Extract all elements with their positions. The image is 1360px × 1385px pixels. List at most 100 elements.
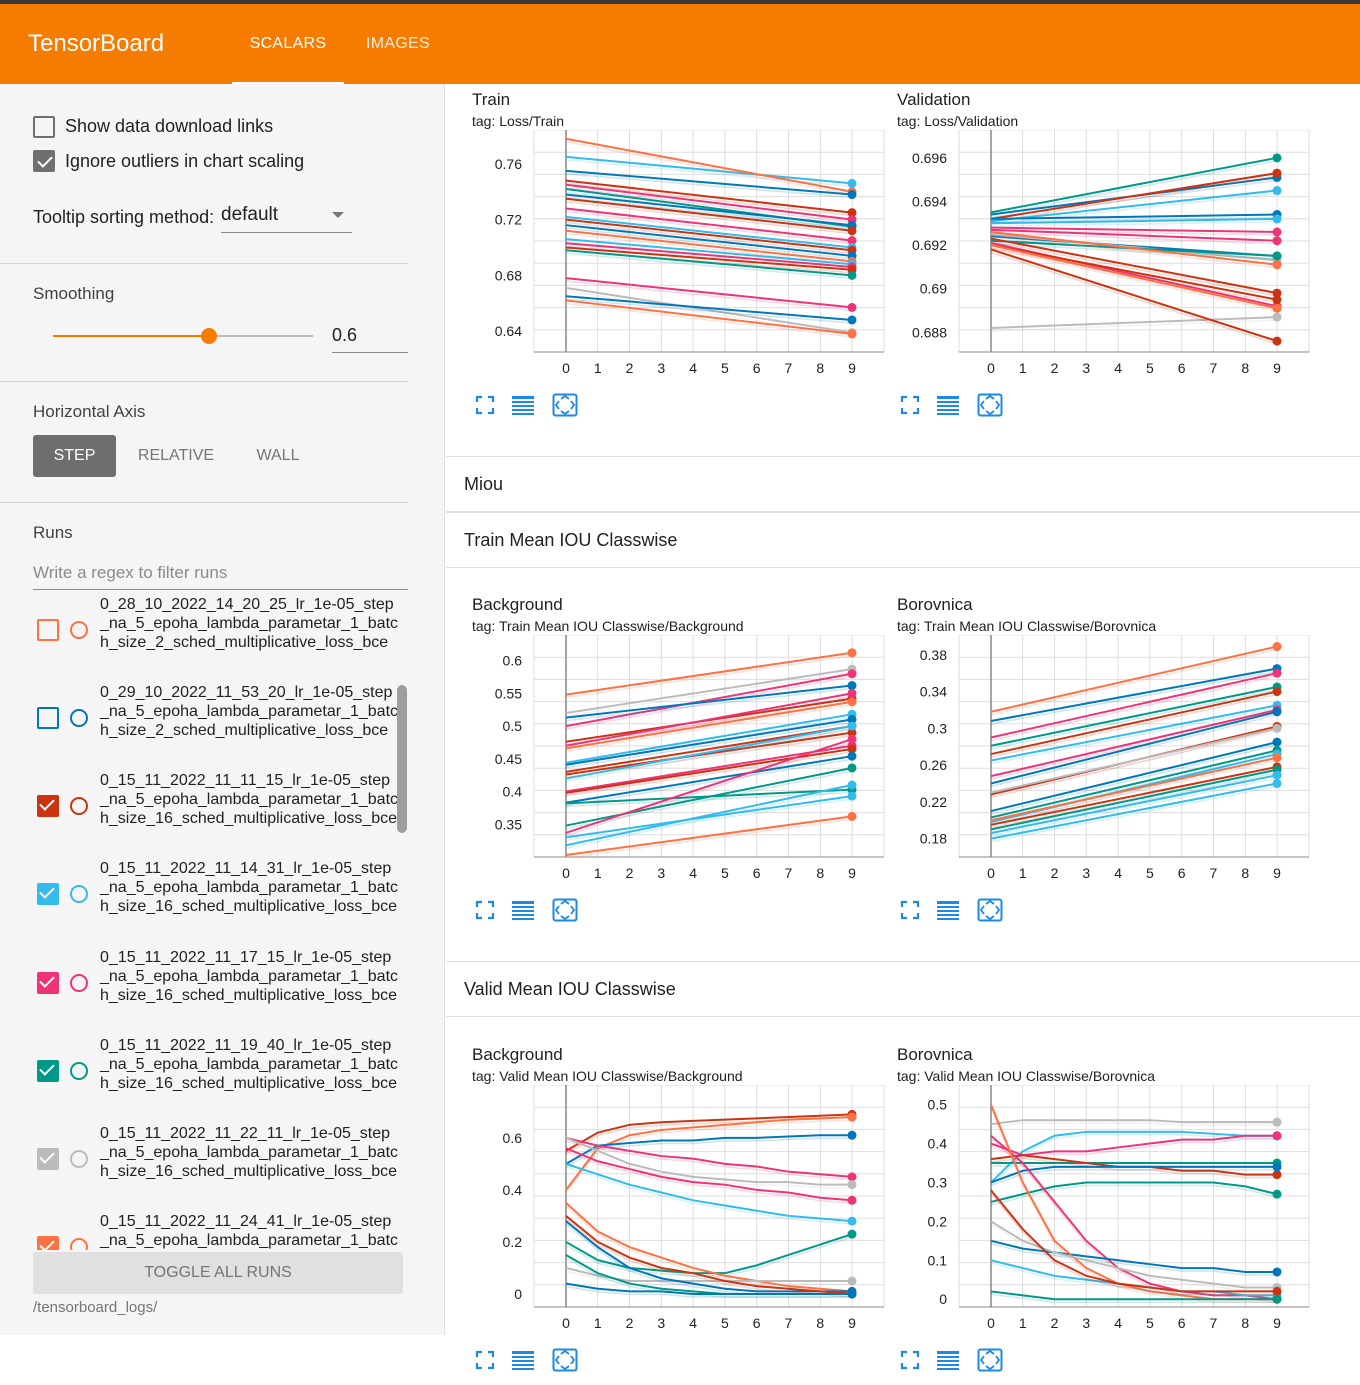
run-checkbox[interactable]	[37, 1148, 59, 1170]
fullscreen-icon[interactable]	[897, 897, 923, 923]
chart-plot[interactable]: 0.18 0.22 0.26 0.3 0.34 0.38 0 1 2 3 4 5 6 7 8 9	[897, 635, 1317, 895]
run-checkbox[interactable]	[37, 972, 59, 994]
run-item[interactable]: 0_15_11_2022_11_17_15_lr_1e-05_step_na_5…	[33, 949, 398, 1039]
runs-scrollbar[interactable]	[397, 685, 407, 833]
divider	[0, 502, 408, 503]
run-color-swatch[interactable]	[70, 797, 88, 815]
run-item[interactable]: 0_15_11_2022_11_19_40_lr_1e-05_step_na_5…	[33, 1037, 398, 1127]
fit-domain-icon[interactable]	[977, 1347, 1003, 1373]
smoothing-slider-knob[interactable]	[201, 328, 217, 344]
fullscreen-icon[interactable]	[897, 392, 923, 418]
y-tick-label: 0.38	[920, 647, 947, 663]
chart-title: Borovnica	[897, 595, 973, 614]
series-end-point	[847, 1180, 857, 1190]
log-scale-icon[interactable]	[510, 1347, 536, 1373]
run-color-swatch[interactable]	[70, 974, 88, 992]
run-checkbox[interactable]	[37, 883, 59, 905]
chart-plot[interactable]: 0 0.2 0.4 0.6 0 1 2 3 4 5 6 7 8 9	[472, 1085, 892, 1345]
runs-filter-input[interactable]: Write a regex to filter runs	[33, 560, 408, 590]
x-tick-label: 3	[657, 1315, 665, 1331]
smoothing-slider[interactable]	[53, 328, 313, 344]
series-raw-line	[565, 141, 853, 196]
fit-domain-icon[interactable]	[977, 897, 1003, 923]
y-tick-label: 0.3	[928, 720, 948, 736]
fit-domain-icon[interactable]	[977, 392, 1003, 418]
x-tick-label: 5	[1146, 360, 1154, 376]
run-item[interactable]: 0_15_11_2022_11_24_41_lr_1e-05_step_na_5…	[33, 1213, 398, 1250]
run-color-swatch[interactable]	[70, 1238, 88, 1250]
x-tick-label: 1	[1019, 865, 1027, 881]
divider	[0, 263, 408, 264]
axis-step-button[interactable]: STEP	[33, 435, 116, 477]
group-valid-mean-iou[interactable]: Valid Mean IOU Classwise	[446, 961, 1360, 1017]
toggle-all-runs-button[interactable]: TOGGLE ALL RUNS	[33, 1252, 403, 1294]
run-checkbox[interactable]	[37, 795, 59, 817]
tab-scalars[interactable]: SCALARS	[232, 4, 344, 84]
run-color-swatch[interactable]	[70, 1150, 88, 1168]
fullscreen-icon[interactable]	[472, 897, 498, 923]
ignore-outliers-checkbox[interactable]	[33, 150, 55, 172]
run-color-swatch[interactable]	[70, 709, 88, 727]
run-color-swatch[interactable]	[70, 885, 88, 903]
x-tick-label: 5	[1146, 865, 1154, 881]
chart-plot[interactable]: 0.64 0.68 0.72 0.76 0 1 2 3 4 5 6 7 8 9	[472, 130, 892, 390]
series-raw-line	[990, 1157, 1277, 1179]
run-item[interactable]: 0_15_11_2022_11_11_15_lr_1e-05_step_na_5…	[33, 772, 398, 862]
series-end-point	[1272, 236, 1282, 246]
chart-plot[interactable]: 0 0.1 0.2 0.3 0.4 0.5 0 1 2 3 4 5 6 7 8 9	[897, 1085, 1317, 1345]
run-checkbox[interactable]	[37, 1236, 59, 1250]
series-end-point	[847, 1229, 857, 1239]
y-tick-label: 0.692	[912, 237, 947, 253]
log-scale-icon[interactable]	[935, 1347, 961, 1373]
tooltip-sort-select[interactable]: default	[221, 197, 352, 233]
chart-tag: tag: Valid Mean IOU Classwise/Borovnica	[897, 1068, 1156, 1084]
series-line	[990, 768, 1278, 831]
series-end-point	[1272, 186, 1282, 196]
group-train-mean-iou[interactable]: Train Mean IOU Classwise	[446, 512, 1360, 568]
smoothing-input[interactable]: 0.6	[332, 317, 408, 353]
show-download-label[interactable]: Show data download links	[65, 116, 273, 137]
run-checkbox[interactable]	[37, 1060, 59, 1082]
fullscreen-icon[interactable]	[472, 392, 498, 418]
series-end-point	[847, 721, 857, 731]
run-item[interactable]: 0_15_11_2022_11_22_11_lr_1e-05_step_na_5…	[33, 1125, 398, 1215]
show-download-checkbox[interactable]	[33, 116, 55, 138]
tab-images[interactable]: IMAGES	[352, 4, 444, 84]
fullscreen-icon[interactable]	[897, 1347, 923, 1373]
chart-plot[interactable]: 0.688 0.69 0.692 0.694 0.696 0 1 2 3 4 5 6 7 8 9	[897, 130, 1317, 390]
x-tick-label: 5	[1146, 1315, 1154, 1331]
x-tick-label: 2	[626, 865, 634, 881]
run-item[interactable]: 0_28_10_2022_14_20_25_lr_1e-05_step_na_5…	[33, 598, 398, 686]
x-tick-label: 3	[657, 360, 665, 376]
fit-domain-icon[interactable]	[552, 1347, 578, 1373]
fit-domain-icon[interactable]	[552, 897, 578, 923]
chart-plot[interactable]: 0.35 0.4 0.45 0.5 0.55 0.6 0 1 2 3 4 5 6 7 8 9	[472, 635, 892, 895]
series-end-point	[1272, 336, 1282, 346]
log-scale-icon[interactable]	[510, 392, 536, 418]
run-checkbox[interactable]	[37, 707, 59, 729]
log-directory: /tensorboard_logs/	[33, 1299, 158, 1316]
series-line	[990, 156, 1278, 214]
series-raw-line	[990, 1223, 1277, 1292]
run-item[interactable]: 0_29_10_2022_11_53_20_lr_1e-05_step_na_5…	[33, 684, 398, 774]
group-title: Train Mean IOU Classwise	[464, 530, 678, 550]
log-scale-icon[interactable]	[935, 392, 961, 418]
run-item[interactable]: 0_15_11_2022_11_14_31_lr_1e-05_step_na_5…	[33, 860, 398, 950]
log-scale-icon[interactable]	[510, 897, 536, 923]
run-color-swatch[interactable]	[70, 621, 88, 639]
run-checkbox[interactable]	[37, 619, 59, 641]
x-tick-label: 2	[1051, 865, 1059, 881]
sidebar: Show data download links Ignore outliers…	[0, 84, 445, 1335]
axis-relative-button[interactable]: RELATIVE	[130, 435, 222, 477]
log-scale-icon[interactable]	[935, 897, 961, 923]
tooltip-sort-value: default	[221, 204, 279, 225]
x-tick-label: 8	[816, 1315, 824, 1331]
group-miou[interactable]: Miou	[446, 456, 1360, 512]
ignore-outliers-label[interactable]: Ignore outliers in chart scaling	[65, 151, 304, 172]
x-tick-label: 1	[594, 1315, 602, 1331]
run-color-swatch[interactable]	[70, 1062, 88, 1080]
chart-card-train-borovnica: Borovnica tag: Train Mean IOU Classwise/B…	[897, 595, 1317, 935]
fit-domain-icon[interactable]	[552, 392, 578, 418]
axis-wall-button[interactable]: WALL	[242, 435, 314, 477]
fullscreen-icon[interactable]	[472, 1347, 498, 1373]
